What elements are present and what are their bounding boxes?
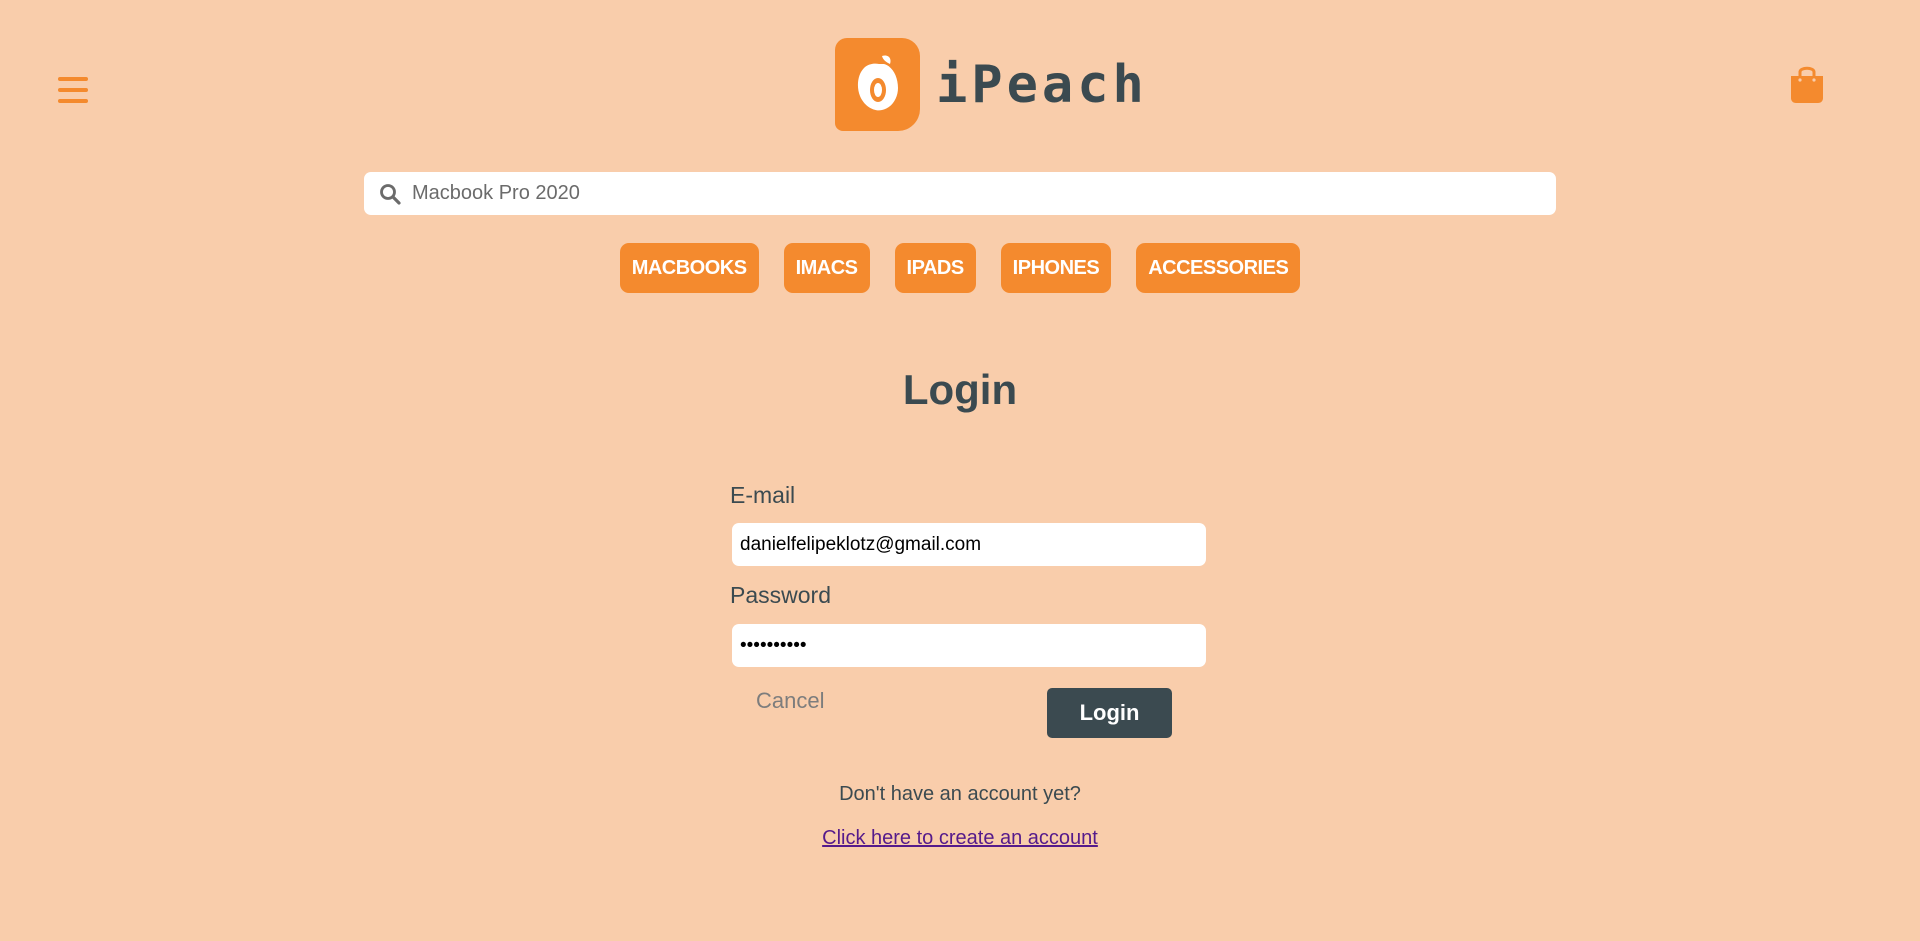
no-account-text: Don't have an account yet?	[839, 783, 1081, 805]
site-header: iPeach	[0, 0, 1920, 150]
search-input[interactable]	[412, 172, 1542, 215]
peach-icon	[835, 38, 920, 131]
category-button-accessories[interactable]: ACCESSORIES	[1136, 243, 1301, 293]
shopping-bag-icon[interactable]	[1789, 64, 1825, 104]
menu-bar	[58, 77, 88, 81]
password-field[interactable]	[732, 624, 1206, 667]
email-field[interactable]	[732, 523, 1206, 566]
page-title: Login	[902, 366, 1018, 413]
hamburger-menu-icon[interactable]	[58, 77, 88, 103]
category-button-ipads[interactable]: IPADS	[894, 243, 976, 293]
create-account-link[interactable]: Click here to create an account	[822, 827, 1098, 849]
menu-bar	[58, 88, 88, 92]
cancel-button[interactable]: Cancel	[756, 688, 824, 714]
menu-bar	[58, 99, 88, 103]
brand-logo[interactable]: iPeach	[835, 38, 1148, 131]
category-button-macbooks[interactable]: MACBOOKS	[619, 243, 759, 293]
category-button-iphones[interactable]: IPHONES	[1000, 243, 1112, 293]
login-button[interactable]: Login	[1047, 688, 1172, 738]
create-account-container: Click here to create an account	[0, 827, 1920, 850]
category-nav: MACBOOKS IMACS IPADS IPHONES ACCESSORIES	[0, 243, 1920, 293]
password-label: Password	[730, 582, 831, 608]
email-label: E-mail	[730, 482, 796, 508]
category-button-imacs[interactable]: IMACS	[783, 243, 870, 293]
search-bar	[364, 172, 1556, 215]
search-icon	[379, 183, 401, 205]
brand-name: iPeach	[936, 54, 1148, 115]
